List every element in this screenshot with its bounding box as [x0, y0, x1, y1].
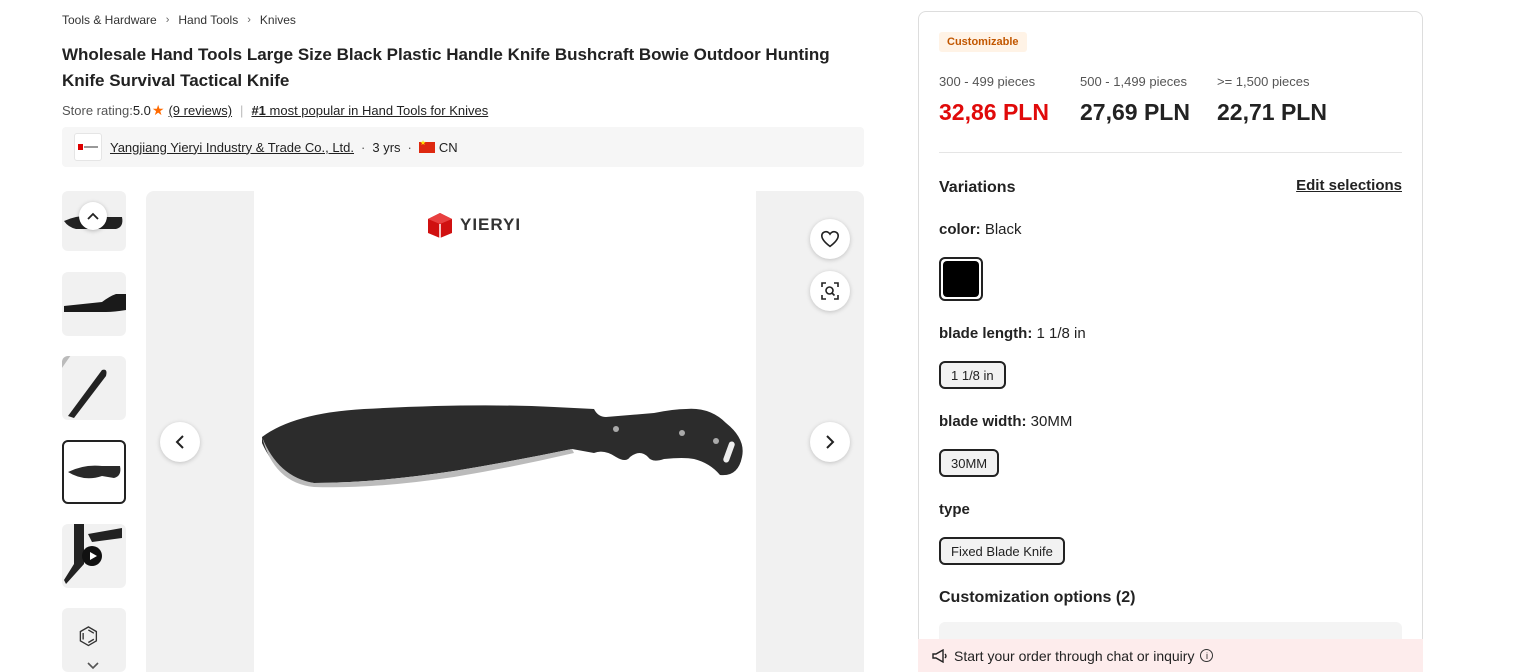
favorite-button[interactable] — [810, 219, 850, 259]
breadcrumb-hand-tools[interactable]: Hand Tools — [178, 13, 238, 27]
chevron-up-icon — [87, 212, 99, 220]
info-icon[interactable]: i — [1200, 649, 1214, 662]
type-option[interactable]: Fixed Blade Knife — [939, 537, 1065, 565]
separator-dot: · — [361, 139, 366, 155]
supplier-years: 3 yrs — [372, 139, 401, 155]
breadcrumb-tools-hardware[interactable]: Tools & Hardware — [62, 13, 157, 27]
divider: | — [240, 103, 244, 118]
china-flag-icon — [418, 139, 435, 153]
tier-quantity: >= 1,500 pieces — [1217, 74, 1310, 89]
blade-width-option[interactable]: 30MM — [939, 449, 1000, 477]
next-image-button[interactable] — [810, 422, 850, 462]
supplier-logo[interactable] — [74, 133, 102, 161]
attribute-label: type — [939, 501, 970, 518]
attribute-value: 30MM — [1026, 413, 1073, 430]
thumbnail-scroll-up-button[interactable] — [79, 202, 107, 230]
color-attribute: color: Black — [939, 221, 1022, 238]
price-tier-3: >= 1,500 pieces 22,71 PLN — [1217, 74, 1327, 126]
customization-title: Customization options (2) — [939, 589, 1136, 606]
chevron-right-icon: › — [247, 14, 251, 26]
image-search-button[interactable] — [810, 271, 850, 311]
heart-icon — [820, 230, 840, 248]
chevron-right-icon: › — [165, 14, 170, 26]
store-rating: Store rating: 5.0 ★ (9 reviews) | #1 mos… — [62, 102, 488, 119]
tier-quantity: 500 - 1,499 pieces — [1080, 74, 1187, 89]
megaphone-icon — [932, 648, 947, 663]
type-attribute: type — [939, 501, 970, 518]
rating-label: Store rating: — [62, 103, 133, 118]
thumbnail-2[interactable] — [62, 272, 126, 336]
tier-quantity: 300 - 499 pieces — [939, 74, 1036, 89]
color-swatch-black[interactable] — [939, 257, 983, 301]
popular-rank: #1 — [251, 103, 266, 118]
thumbnail-5-video[interactable] — [62, 524, 126, 588]
image-canvas: YIERYI — [254, 191, 756, 672]
breadcrumb: Tools & Hardware › Hand Tools › Knives — [62, 13, 296, 27]
attribute-value: Black — [980, 221, 1022, 238]
star-icon: ★ — [151, 102, 165, 118]
tier-price: 27,69 PLN — [1080, 99, 1190, 125]
edit-selections-link[interactable]: Edit selections — [1296, 177, 1402, 194]
supplier-country: CN — [438, 139, 458, 155]
thumbnail-scroll-down-button[interactable] — [84, 660, 102, 672]
tier-price: 32,86 PLN — [939, 99, 1049, 125]
separator-dot: · — [407, 139, 412, 155]
attribute-label: color: — [939, 221, 981, 238]
supplier-bar: Yangjiang Yieryi Industry & Trade Co., L… — [62, 127, 864, 167]
blade-length-option[interactable]: 1 1/8 in — [939, 361, 1006, 389]
variations-title: Variations — [939, 179, 1016, 196]
attribute-label: blade width: — [939, 413, 1027, 430]
rating-value: 5.0 — [132, 103, 151, 118]
blade-width-attribute: blade width: 30MM — [939, 413, 1072, 430]
previous-image-button[interactable] — [160, 422, 200, 462]
thumbnail-strip: ⌬ — [62, 191, 126, 672]
3d-view-icon: ⌬ — [78, 622, 99, 650]
price-tier-1: 300 - 499 pieces 32,86 PLN — [939, 74, 1049, 126]
chevron-right-icon — [826, 435, 835, 449]
popular-ranking-link[interactable]: #1 most popular in Hand Tools for Knives — [251, 103, 488, 118]
divider — [939, 152, 1402, 153]
thumbnail-3[interactable] — [62, 356, 126, 420]
main-product-image[interactable]: YIERYI — [146, 191, 864, 672]
chevron-left-icon — [175, 435, 184, 449]
chevron-down-icon — [87, 662, 99, 670]
purchase-panel: Customizable 300 - 499 pieces 32,86 PLN … — [918, 11, 1423, 672]
thumbnail-4-selected[interactable] — [62, 440, 126, 504]
customizable-badge: Customizable — [939, 32, 1027, 52]
reviews-link[interactable]: (9 reviews) — [168, 103, 232, 118]
knife-image — [262, 405, 743, 488]
play-icon — [82, 546, 102, 566]
attribute-label: blade length: — [939, 325, 1033, 342]
supplier-name-link[interactable]: Yangjiang Yieryi Industry & Trade Co., L… — [110, 140, 354, 155]
breadcrumb-knives[interactable]: Knives — [260, 13, 296, 27]
visual-search-icon — [821, 282, 839, 300]
start-order-chat-bar[interactable]: Start your order through chat or inquiry… — [918, 639, 1423, 672]
product-title: Wholesale Hand Tools Large Size Black Pl… — [62, 45, 830, 90]
price-tier-2: 500 - 1,499 pieces 27,69 PLN — [1080, 74, 1190, 126]
popular-text: most popular in Hand Tools for Knives — [265, 103, 489, 118]
tier-price: 22,71 PLN — [1217, 99, 1327, 125]
chat-bar-text: Start your order through chat or inquiry — [954, 647, 1195, 664]
blade-length-attribute: blade length: 1 1/8 in — [939, 325, 1086, 342]
attribute-value: 1 1/8 in — [1032, 325, 1086, 342]
